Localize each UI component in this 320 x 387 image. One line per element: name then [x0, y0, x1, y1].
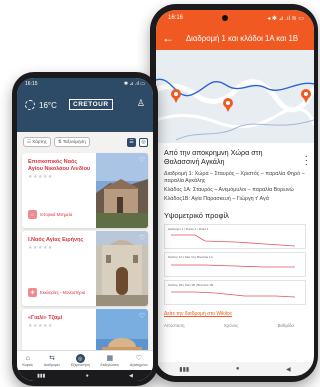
wikiloc-link[interactable]: Δείτε την διαδρομή στο Wikiloc [164, 311, 306, 317]
route-map[interactable] [156, 50, 314, 143]
sort-chip[interactable]: ⇅ Ταξινόμηση [53, 137, 90, 147]
map-filter-chip[interactable]: ☷ Χάρτης [23, 137, 51, 147]
place-category: ⌂ Ιστορικά Μνημεία [28, 210, 72, 219]
elevation-chart-caption: Κλάδος 1Α | Part 1A | Branche 1A [168, 255, 213, 259]
elevation-chart: Διαδρομή 1 | Route 1 | Rotta 1 [164, 224, 306, 249]
places-list-screen: 16:15 ✱ ⊿ .ıl ▭ 16°C CRETOUR ♙ ☷ Χάρτης … [17, 78, 153, 381]
grid-view-icon[interactable]: ◎ [139, 137, 148, 147]
camera-icon [222, 15, 229, 21]
route-stats-header: Απόσταση Χρόνος Βαθμίδα [164, 323, 306, 328]
tab-label: Εκδηλώσεις [100, 362, 120, 367]
route-description-line: Κλάδος 1Α: Σταυρός – Ανεμόμυλοι – παραλί… [164, 187, 294, 193]
tab-events[interactable]: ▦ Εκδηλώσεις [100, 355, 119, 367]
route-detail-screen: 16:16 ◂ ✱ ⊿ .ıl ≋ ▭ ← Διαδρομή 1 και κλά… [156, 10, 314, 376]
calendar-icon: ▦ [106, 354, 114, 362]
weather-widget[interactable]: 16°C [25, 100, 57, 110]
category-label: Εκκλησίες - Μοναστήρια [40, 290, 86, 295]
rating-stars: ★★★★★ [28, 174, 53, 180]
status-bar: 16:16 ◂ ✱ ⊿ .ıl ≋ ▭ [156, 10, 314, 26]
stat-header: Χρόνος [223, 323, 239, 328]
status-icons: ◂ ✱ ⊿ .ıl ≋ ▭ [267, 15, 304, 22]
place-card[interactable]: Επισκοπικός Ναός Αγίου Νικολάου Λινδίου … [22, 153, 148, 228]
monument-icon: ⌂ [28, 210, 37, 219]
tab-explore[interactable]: ◎ Εξερεύνηση [71, 354, 90, 367]
place-title: «Γιαλί» Τζαμί [28, 315, 63, 321]
system-nav-bar: ▮▮▮ ● ◀ [156, 362, 314, 376]
route-header: ← Διαδρομή 1 και κλάδοι 1Α και 1Β [156, 26, 314, 50]
route-description-line: Διαδρομή 1: Χώρα – Σταυρός – Χριστός – π… [164, 171, 305, 184]
stat-header: Απόσταση [164, 323, 185, 328]
tab-label: Καιρός [22, 362, 34, 367]
map-graphic [156, 50, 314, 143]
place-card-info: Ι.Ναός Αγίας Ειρήνης ★★★★★ ✚ Εκκλησίες -… [22, 231, 96, 306]
elevation-chart-caption: Διαδρομή 1 | Route 1 | Rotta 1 [168, 227, 209, 231]
home-icon: ⌂ [25, 354, 30, 362]
route-header-title: Διαδρομή 1 και κλάδοι 1Α και 1Β [185, 33, 299, 43]
user-icon[interactable]: ♙ [137, 98, 145, 109]
elevation-profile-heading: Υψομετρικό προφίλ [164, 211, 229, 220]
back-phone-frame: 16:16 ◂ ✱ ⊿ .ıl ≋ ▭ ← Διαδρομή 1 και κλά… [150, 4, 318, 382]
status-icons: ✱ ⊿ .ıl ▭ [123, 80, 145, 87]
stat-header: Βαθμίδα [277, 323, 294, 328]
more-options-icon[interactable]: · · · [305, 152, 308, 170]
favorite-heart-icon[interactable]: ♡ [139, 312, 145, 320]
heart-icon: ♡ [135, 354, 142, 362]
status-time: 16:15 [25, 80, 38, 87]
route-description: Διαδρομή 1: Χώρα – Σταυρός – Χριστός – π… [164, 171, 306, 203]
routes-icon: ⇆ [49, 354, 55, 362]
tab-label: Διαδρομές [43, 362, 61, 367]
place-category: ✚ Εκκλησίες - Μοναστήρια [28, 288, 85, 297]
app-logo: CRETOUR [69, 99, 113, 110]
bottom-tab-bar: ⌂ Καιρός ⇆ Διαδρομές ◎ Εξερεύνηση ▦ Εκδη… [17, 350, 153, 370]
place-title: Επισκοπικός Ναός Αγίου Νικολάου Λινδίου [28, 159, 91, 172]
church-photo [96, 231, 148, 306]
elevation-chart: Κλάδος 1Β | Part 1B | Branche 1B [164, 280, 306, 305]
front-phone-frame: 16:15 ✱ ⊿ .ıl ▭ 16°C CRETOUR ♙ ☷ Χάρτης … [12, 72, 158, 386]
recent-apps-button[interactable]: ▮▮▮ [179, 366, 189, 373]
app-header: 16:15 ✱ ⊿ .ıl ▭ 16°C CRETOUR ♙ [17, 78, 153, 132]
church-icon: ✚ [28, 288, 37, 297]
elevation-chart-caption: Κλάδος 1Β | Part 1B | Branche 1B [168, 283, 214, 287]
elevation-chart: Κλάδος 1Α | Part 1A | Branche 1A [164, 252, 306, 277]
back-arrow-icon[interactable]: ← [162, 31, 176, 45]
place-photo: ♡ [96, 153, 148, 228]
logo-text: CRETOUR [73, 101, 109, 108]
place-card-info: Επισκοπικός Ναός Αγίου Νικολάου Λινδίου … [22, 153, 96, 228]
status-time: 16:16 [168, 15, 184, 21]
system-nav-bar: ▮▮▮ ● ◀ [17, 370, 153, 381]
back-button[interactable]: ◀ [286, 366, 291, 373]
list-toolbar: ☷ Χάρτης ⇅ Ταξινόμηση ☰ ◎ [17, 132, 153, 150]
sun-icon [25, 100, 35, 110]
rating-stars: ★★★★★ [28, 323, 53, 329]
home-button[interactable]: ● [236, 366, 240, 372]
tab-label: Αγαπημένα [129, 362, 148, 367]
status-bar: 16:15 ✱ ⊿ .ıl ▭ [17, 78, 153, 89]
tab-routes[interactable]: ⇆ Διαδρομές [44, 355, 60, 367]
route-description-line: Κλάδος1Β: Αγία Παρασκευή – Γιώργη τ' Αγά [164, 196, 269, 202]
favorite-heart-icon[interactable]: ♡ [139, 156, 145, 164]
compass-icon: ◎ [75, 354, 85, 363]
route-name: Από την αποκρημνη Χώρα στη Θαλασσινή Αγκ… [164, 148, 263, 166]
category-label: Ιστορικά Μνημεία [40, 212, 73, 217]
place-photo: ♡ [96, 231, 148, 306]
tab-label: Εξερεύνηση [70, 363, 90, 367]
place-card[interactable]: Ι.Ναός Αγίας Ειρήνης ★★★★★ ✚ Εκκλησίες -… [22, 231, 148, 306]
recent-apps-button[interactable]: ▮▮▮ [37, 373, 45, 379]
rating-stars: ★★★★★ [28, 245, 53, 251]
favorite-heart-icon[interactable]: ♡ [139, 234, 145, 242]
tab-weather[interactable]: ⌂ Καιρός [22, 355, 33, 367]
back-button[interactable]: ◀ [129, 373, 133, 379]
church-photo [96, 153, 148, 228]
place-title: Ι.Ναός Αγίας Ειρήνης [28, 237, 84, 243]
route-details: Από την αποκρημνη Χώρα στη Θαλασσινή Αγκ… [156, 143, 314, 328]
temperature: 16°C [39, 100, 57, 110]
tab-favorites[interactable]: ♡ Αγαπημένα [130, 355, 148, 367]
list-view-icon[interactable]: ☰ [127, 137, 136, 147]
home-button[interactable]: ● [86, 373, 89, 379]
